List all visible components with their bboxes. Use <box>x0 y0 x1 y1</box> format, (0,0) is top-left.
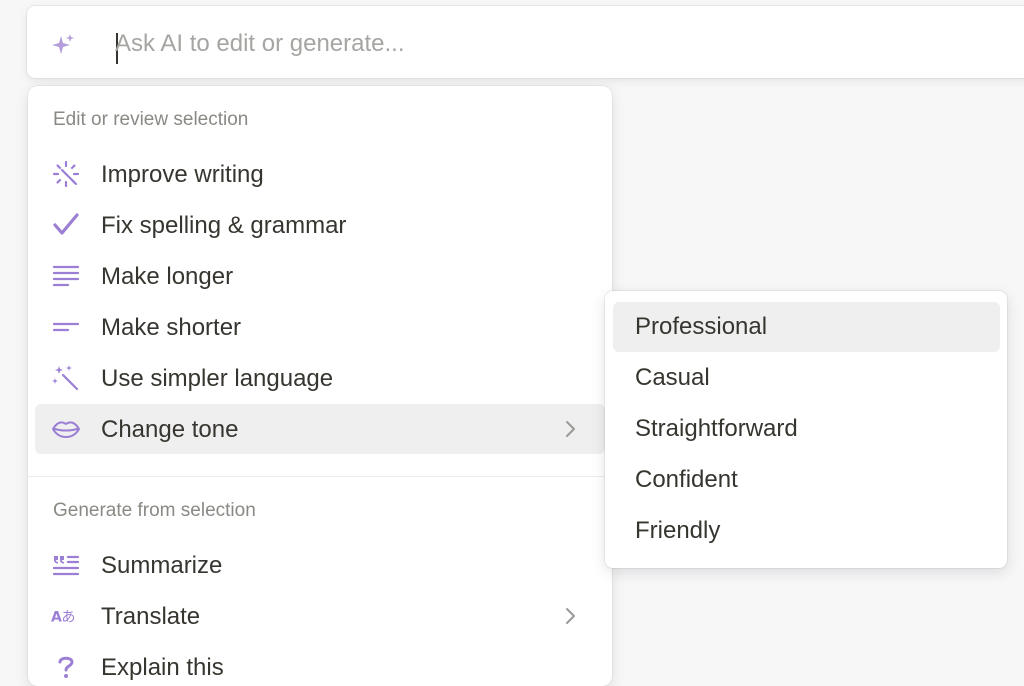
improve-writing-icon <box>51 160 81 188</box>
menu-item-explain-this[interactable]: Explain this <box>35 642 605 686</box>
question-mark-icon <box>51 654 81 680</box>
menu-item-label: Use simpler language <box>101 365 334 392</box>
lines-long-icon <box>51 263 81 289</box>
change-tone-submenu: Professional Casual Straightforward Conf… <box>605 291 1007 568</box>
menu-item-label: Make shorter <box>101 314 242 341</box>
tone-option-label: Casual <box>635 364 710 391</box>
section-label-generate: Generate from selection <box>53 500 256 521</box>
menu-item-summarize[interactable]: Summarize <box>35 540 605 590</box>
ai-prompt-bar <box>27 6 1024 78</box>
menu-divider <box>28 476 612 477</box>
menu-item-label: Translate <box>101 603 201 630</box>
menu-item-label: Change tone <box>101 416 239 443</box>
lips-icon <box>51 416 81 442</box>
menu-item-change-tone[interactable]: Change tone <box>35 404 605 454</box>
section-label-edit: Edit or review selection <box>53 109 249 130</box>
tone-option-label: Straightforward <box>635 415 798 442</box>
svg-text:あ: あ <box>61 610 75 626</box>
menu-item-translate[interactable]: A あ Translate <box>35 591 605 641</box>
tone-option-casual[interactable]: Casual <box>613 353 1000 403</box>
lines-short-icon <box>51 314 81 340</box>
menu-item-label: Make longer <box>101 263 234 290</box>
tone-option-label: Confident <box>635 466 738 493</box>
menu-item-label: Improve writing <box>101 161 264 188</box>
tone-option-friendly[interactable]: Friendly <box>613 506 1000 556</box>
menu-item-make-shorter[interactable]: Make shorter <box>35 302 605 352</box>
ai-sparkle-icon <box>52 34 74 54</box>
ai-prompt-input[interactable] <box>115 28 995 60</box>
tone-option-professional[interactable]: Professional <box>613 302 1000 352</box>
chevron-right-icon <box>566 608 575 624</box>
tone-option-label: Professional <box>635 313 768 340</box>
menu-item-simpler-language[interactable]: Use simpler language <box>35 353 605 403</box>
menu-item-label: Explain this <box>101 654 224 681</box>
ai-actions-menu: Edit or review selection Improve writing <box>28 86 612 686</box>
summarize-quote-icon <box>51 552 81 578</box>
menu-item-improve-writing[interactable]: Improve writing <box>35 149 605 199</box>
menu-item-make-longer[interactable]: Make longer <box>35 251 605 301</box>
chevron-right-icon <box>566 421 575 437</box>
tone-option-confident[interactable]: Confident <box>613 455 1000 505</box>
menu-item-fix-spelling[interactable]: Fix spelling & grammar <box>35 200 605 250</box>
magic-wand-icon <box>51 365 81 391</box>
tone-option-label: Friendly <box>635 517 721 544</box>
svg-text:A: A <box>51 610 62 626</box>
menu-item-label: Summarize <box>101 552 223 579</box>
translate-icon: A あ <box>51 603 81 629</box>
menu-item-label: Fix spelling & grammar <box>101 212 347 239</box>
tone-option-straightforward[interactable]: Straightforward <box>613 404 1000 454</box>
checkmark-icon <box>51 212 81 238</box>
